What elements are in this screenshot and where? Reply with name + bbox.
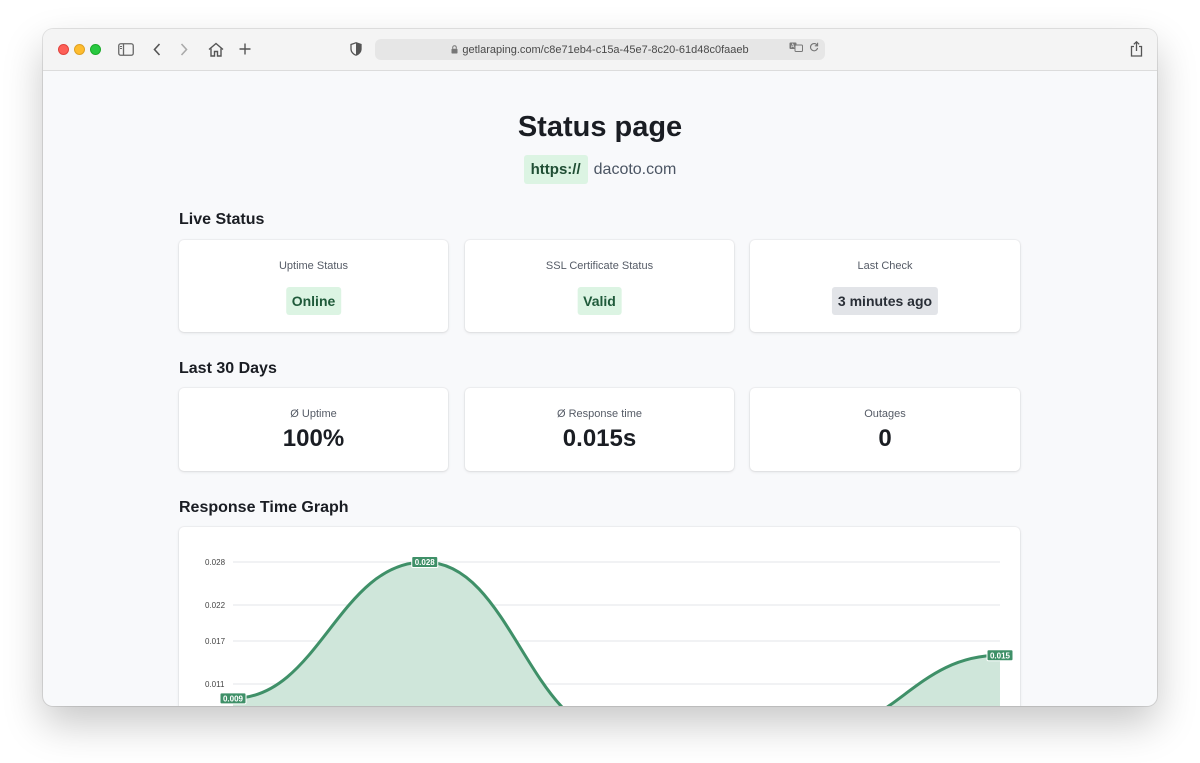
browser-toolbar: getlaraping.com/c8e71eb4-c15a-45e7-8c20-… (43, 29, 1157, 71)
monitored-url: https:// dacoto.com (43, 155, 1157, 184)
status-badge: Valid (577, 287, 622, 315)
stat-value: 0.015s (562, 425, 637, 452)
avg-uptime-card: Ø Uptime 100% (179, 388, 448, 471)
close-window-button[interactable] (58, 44, 69, 55)
data-label-text: 0.009 (223, 694, 244, 703)
reload-icon[interactable] (809, 42, 819, 55)
back-icon[interactable] (147, 39, 167, 59)
share-icon[interactable] (1126, 39, 1146, 59)
privacy-shield-icon[interactable] (346, 39, 366, 59)
last-check-card: Last Check 3 minutes ago (750, 240, 1020, 332)
stat-value: 100% (282, 425, 345, 452)
live-status-heading: Live Status (179, 211, 265, 228)
card-label: Last Check (857, 260, 913, 272)
data-label: 0.015 (986, 649, 1014, 662)
data-label: 0.009 (219, 692, 247, 705)
data-label-text: 0.015 (990, 651, 1011, 660)
zoom-window-button[interactable] (90, 44, 101, 55)
url-domain: dacoto.com (593, 160, 677, 178)
card-label: SSL Certificate Status (545, 260, 654, 272)
forward-icon[interactable] (174, 39, 194, 59)
new-tab-icon[interactable] (235, 39, 255, 59)
address-bar[interactable]: getlaraping.com/c8e71eb4-c15a-45e7-8c20-… (375, 39, 825, 60)
lock-icon (451, 45, 458, 54)
uptime-status-card: Uptime Status Online (179, 240, 448, 332)
avg-response-time-card: Ø Response time 0.015s (465, 388, 734, 471)
y-tick-label: 0.028 (205, 558, 226, 567)
card-label: Ø Response time (557, 408, 642, 420)
card-label: Outages (864, 408, 906, 420)
home-icon[interactable] (206, 39, 226, 59)
svg-text:A: A (791, 44, 795, 50)
data-label-text: 0.028 (415, 558, 436, 567)
page-title: Status page (517, 111, 683, 143)
card-label: Uptime Status (278, 260, 349, 272)
status-badge: Online (285, 287, 342, 315)
last-30-days-heading: Last 30 Days (179, 360, 277, 377)
y-tick-label: 0.022 (205, 601, 226, 610)
outages-card: Outages 0 (750, 388, 1020, 471)
card-label: Ø Uptime (290, 408, 337, 420)
response-time-chart: 0.028 0.022 0.017 0.011 0.009 0.028 0.015 (205, 556, 1014, 706)
minimize-window-button[interactable] (74, 44, 85, 55)
status-badge: 3 minutes ago (831, 287, 939, 315)
translate-icon[interactable]: A (789, 42, 803, 55)
y-tick-label: 0.011 (205, 680, 225, 689)
stat-value: 0 (878, 425, 892, 452)
ssl-status-card: SSL Certificate Status Valid (465, 240, 734, 332)
sidebar-toggle-icon[interactable] (116, 39, 136, 59)
response-time-chart-card: 0.028 0.022 0.017 0.011 0.009 0.028 0.015 (179, 527, 1020, 706)
data-label: 0.028 (411, 556, 439, 568)
response-time-graph-heading: Response Time Graph (179, 499, 349, 516)
address-url: getlaraping.com/c8e71eb4-c15a-45e7-8c20-… (462, 43, 749, 56)
url-protocol-badge: https:// (523, 155, 588, 184)
y-tick-label: 0.017 (205, 637, 226, 646)
browser-window: getlaraping.com/c8e71eb4-c15a-45e7-8c20-… (43, 29, 1157, 706)
page-content: Status page https:// dacoto.com Live Sta… (43, 71, 1157, 706)
